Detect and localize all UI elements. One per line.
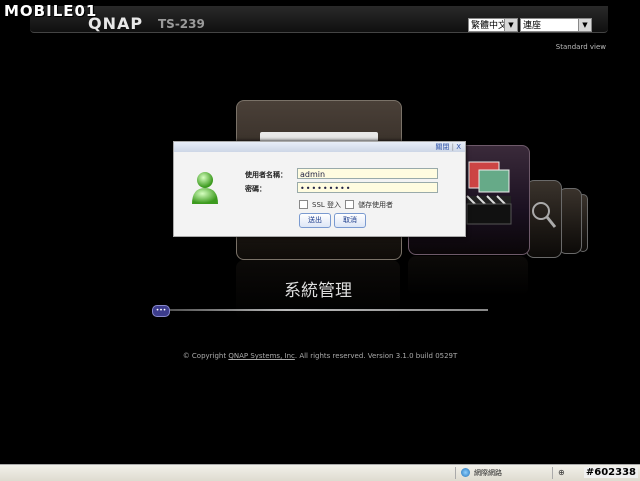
chevron-down-icon: ▼ [578, 19, 591, 31]
remember-user-checkbox[interactable] [345, 200, 354, 209]
password-input[interactable]: ••••••••• [297, 182, 438, 193]
language-select-value: 繁體中文 [471, 21, 508, 31]
ssl-login-label: SSL 登入 [312, 201, 342, 209]
dialog-title-bar [174, 142, 465, 152]
model-name: TS-239 [158, 17, 205, 31]
photo-id-stamp: #602338 [583, 467, 638, 478]
theme-select[interactable]: 連座 ▼ [520, 18, 592, 32]
standard-view-link[interactable]: Standard view [556, 43, 606, 51]
status-divider [455, 467, 456, 479]
language-select[interactable]: 繁體中文 ▼ [468, 18, 518, 32]
login-dialog: 關閉 | X 使用者名稱： admin 密碼： ••••••••• SSL 登入… [173, 141, 466, 237]
qnap-link[interactable]: QNAP Systems, Inc [228, 352, 295, 360]
ssl-login-checkbox[interactable] [299, 200, 308, 209]
username-label: 使用者名稱： [245, 171, 287, 179]
close-icon[interactable]: X [456, 143, 461, 151]
panel-reflection [408, 256, 528, 296]
chevron-down-icon: ▼ [504, 19, 517, 31]
security-zone-text: 網際網路 [474, 469, 502, 477]
copyright-text: © Copyright QNAP Systems, Inc. All right… [0, 352, 640, 360]
close-button[interactable]: 關閉 | X [435, 142, 461, 152]
password-label: 密碼： [245, 185, 266, 193]
multimedia-icon [465, 160, 513, 232]
status-divider [552, 467, 553, 479]
watermark: MOBILE01 [4, 2, 98, 20]
copyright-suffix: . All rights reserved. Version 3.1.0 bui… [294, 352, 458, 360]
remember-user-label: 儲存使用者 [358, 201, 393, 209]
app-panel[interactable] [526, 180, 562, 258]
copyright-prefix: © Copyright [182, 352, 229, 360]
submit-button[interactable]: 送出 [299, 213, 331, 228]
carousel-track[interactable] [152, 309, 488, 311]
magnifier-icon [532, 202, 557, 228]
zoom-icon[interactable]: ⊕ [558, 468, 565, 477]
system-admin-title[interactable]: 系統管理 [236, 276, 400, 301]
cancel-button[interactable]: 取消 [334, 213, 366, 228]
user-avatar-icon [192, 172, 218, 204]
theme-select-value: 連座 [523, 21, 542, 31]
carousel-slider-handle[interactable]: ••• [152, 305, 170, 317]
close-label[interactable]: 關閉 [435, 143, 449, 151]
globe-icon [461, 468, 470, 477]
username-input[interactable]: admin [297, 168, 438, 179]
top-header: QNAP TS-239 繁體中文 ▼ 連座 ▼ [30, 6, 608, 33]
browser-status-bar: 網際網路 ⊕ #602338 [0, 464, 640, 481]
